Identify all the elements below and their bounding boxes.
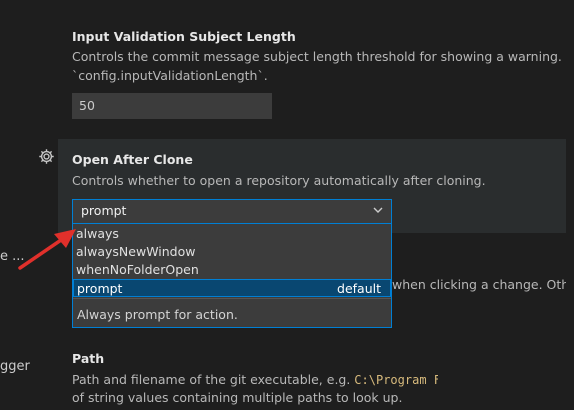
setting-desc-input-validation-2: `config.inputValidationLength`. [72, 68, 268, 83]
dropdown-option-always-new-window[interactable]: alwaysNewWindow [73, 243, 391, 261]
chevron-down-icon[interactable] [371, 203, 385, 217]
setting-title-input-validation: Input Validation Subject Length [72, 29, 296, 44]
dropdown-option-prompt-label: prompt [77, 281, 123, 296]
setting-desc-partially-hidden: when clicking a change. Otherwi [392, 277, 566, 292]
dropdown-option-description: Always prompt for action. [77, 307, 238, 322]
scrollbar-track[interactable] [566, 0, 574, 410]
path-desc-code: C:\Program File [354, 373, 438, 387]
default-badge: default [337, 281, 381, 296]
toc-item-debugger-cropped[interactable]: gger [0, 359, 30, 374]
dropdown-option-prompt[interactable]: prompt default [73, 279, 391, 297]
setting-desc-path-1: Path and filename of the git executable,… [72, 372, 438, 387]
red-annotation-arrow [18, 229, 76, 270]
open-after-clone-dropdown: always alwaysNewWindow whenNoFolderOpen … [72, 224, 392, 328]
setting-title-path: Path [72, 351, 105, 366]
open-after-clone-select[interactable]: prompt [72, 199, 392, 224]
dropdown-option-when-no-folder-open[interactable]: whenNoFolderOpen [73, 261, 391, 279]
input-validation-length-input[interactable]: 50 [72, 93, 272, 119]
gear-icon[interactable] [38, 148, 55, 165]
setting-desc-input-validation-1: Controls the commit message subject leng… [72, 49, 566, 64]
setting-desc-open-after-clone: Controls whether to open a repository au… [72, 173, 486, 188]
settings-editor: e ... gger Input Validation Subject Leng… [0, 0, 574, 410]
select-current-value: prompt [81, 203, 127, 218]
dropdown-divider [73, 298, 391, 299]
setting-title-open-after-clone: Open After Clone [72, 152, 193, 167]
path-desc-text: Path and filename of the git executable,… [72, 372, 355, 387]
setting-desc-path-2: of string values containing multiple pat… [72, 390, 403, 405]
dropdown-option-always[interactable]: always [73, 225, 391, 243]
